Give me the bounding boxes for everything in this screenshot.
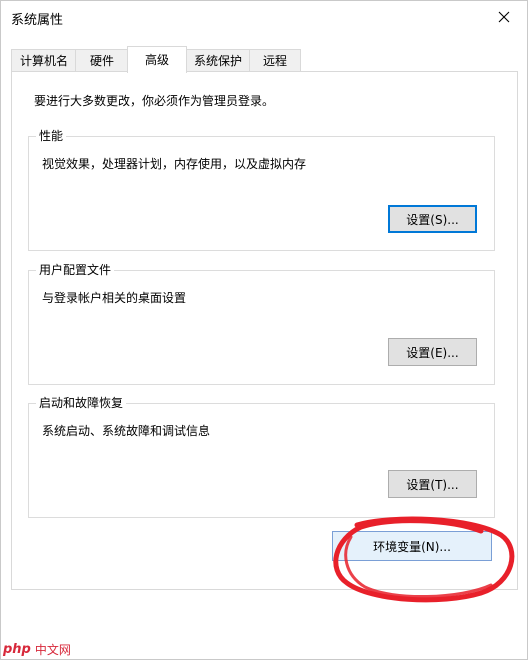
performance-description: 视觉效果，处理器计划，内存使用，以及虚拟内存 <box>42 157 307 171</box>
tab-computer-name[interactable]: 计算机名 <box>11 49 77 72</box>
user-profiles-description: 与登录帐户相关的桌面设置 <box>42 291 187 305</box>
close-button[interactable] <box>481 1 527 32</box>
performance-settings-button[interactable]: 设置(S)... <box>388 205 477 233</box>
watermark: php 中文网 <box>3 639 72 659</box>
close-icon <box>498 11 510 22</box>
startup-recovery-group: 启动和故障恢复 系统启动、系统故障和调试信息 设置(T)... <box>28 396 495 518</box>
startup-recovery-description: 系统启动、系统故障和调试信息 <box>42 424 211 438</box>
window-title: 系统属性 <box>11 13 64 28</box>
performance-group: 性能 视觉效果，处理器计划，内存使用，以及虚拟内存 设置(S)... <box>28 129 495 251</box>
user-profiles-group: 用户配置文件 与登录帐户相关的桌面设置 设置(E)... <box>28 263 495 385</box>
admin-note: 要进行大多数更改，你必须作为管理员登录。 <box>34 94 275 108</box>
tab-hardware[interactable]: 硬件 <box>75 49 129 72</box>
tab-advanced[interactable]: 高级 <box>127 46 187 73</box>
tab-system-protection[interactable]: 系统保护 <box>185 49 251 72</box>
watermark-text: 中文网 <box>33 640 72 658</box>
startup-recovery-group-title: 启动和故障恢复 <box>36 396 127 411</box>
system-properties-window: 系统属性 计算机名 硬件 高级 系统保护 远程 要进行大多数更改，你必须作为管理… <box>0 0 528 660</box>
performance-group-title: 性能 <box>36 129 67 144</box>
tab-remote[interactable]: 远程 <box>249 49 301 72</box>
user-profiles-group-title: 用户配置文件 <box>36 263 115 278</box>
startup-recovery-settings-button[interactable]: 设置(T)... <box>388 470 477 498</box>
title-bar[interactable]: 系统属性 <box>1 1 527 32</box>
red-circle-annotation <box>333 516 515 603</box>
user-profiles-settings-button[interactable]: 设置(E)... <box>388 338 477 366</box>
watermark-logo: php <box>3 641 31 657</box>
